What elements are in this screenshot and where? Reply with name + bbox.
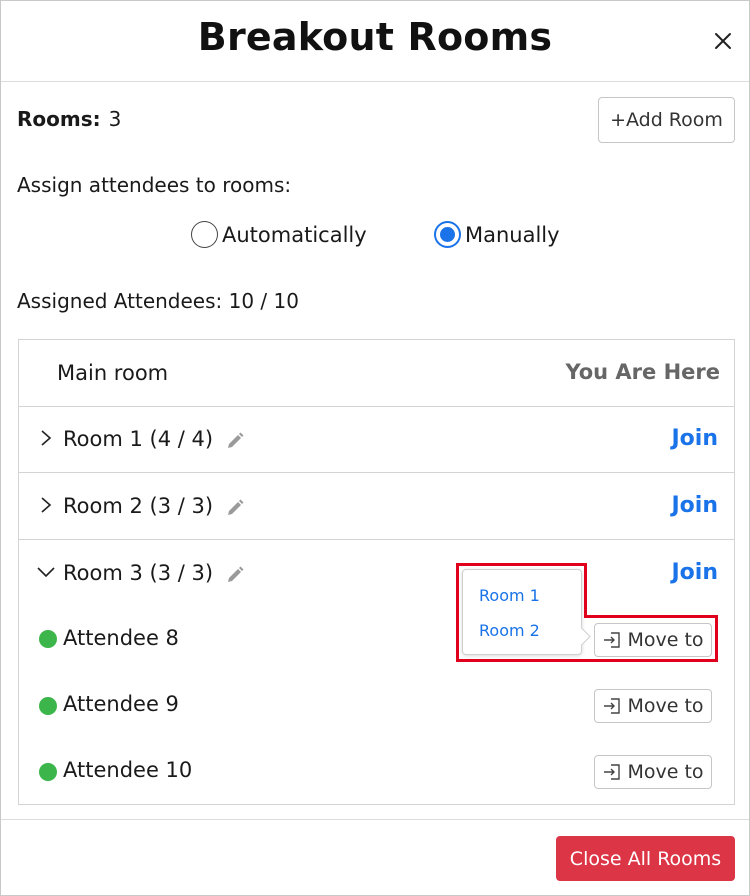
move-to-dropdown: Room 1 Room 2: [462, 569, 582, 655]
rooms-count: Rooms: 3: [17, 107, 121, 131]
attendee-name: Attendee 9: [63, 692, 179, 716]
move-to-button[interactable]: Move to: [594, 623, 712, 657]
main-room-row: Main room You Are Here: [19, 340, 734, 407]
pencil-icon[interactable]: [225, 565, 245, 585]
attendee-name: Attendee 8: [63, 626, 179, 650]
assign-attendees-label: Assign attendees to rooms:: [17, 173, 292, 197]
radio-button-icon[interactable]: [191, 221, 218, 248]
join-room-1-link[interactable]: Join: [671, 426, 718, 451]
you-are-here-status: You Are Here: [565, 360, 720, 384]
room-row-2[interactable]: Room 2 (3 / 3) Join: [19, 473, 734, 540]
online-status-dot: [39, 630, 57, 648]
dialog-header: Breakout Rooms: [1, 1, 749, 82]
pencil-icon[interactable]: [225, 498, 245, 518]
move-to-button[interactable]: Move to: [594, 689, 712, 723]
move-to-label: Move to: [627, 761, 704, 783]
room-name: Room 1 (4 / 4): [63, 427, 214, 451]
breakout-rooms-dialog: Breakout Rooms Rooms: 3 +Add Room Assign …: [0, 0, 750, 896]
move-to-room-1-option[interactable]: Room 1: [479, 586, 540, 605]
move-to-icon: [604, 698, 621, 714]
move-to-icon: [604, 632, 621, 648]
dialog-title: Breakout Rooms: [197, 15, 553, 59]
attendee-name: Attendee 10: [63, 758, 193, 782]
room-list: Main room You Are Here Room 1 (4 / 4) Jo…: [18, 339, 735, 805]
move-to-label: Move to: [627, 629, 704, 651]
room-name: Room 2 (3 / 3): [63, 494, 214, 518]
pencil-icon[interactable]: [225, 431, 245, 451]
room-row-1[interactable]: Room 1 (4 / 4) Join: [19, 407, 734, 473]
add-room-button[interactable]: +Add Room: [598, 97, 735, 143]
radio-manually-label: Manually: [465, 222, 560, 247]
radio-automatically[interactable]: Automatically: [191, 221, 367, 248]
move-to-label: Move to: [627, 695, 704, 717]
close-all-rooms-button[interactable]: Close All Rooms: [556, 836, 735, 881]
chevron-down-icon[interactable]: [37, 563, 55, 581]
chevron-right-icon[interactable]: [37, 429, 55, 447]
join-room-2-link[interactable]: Join: [671, 493, 718, 518]
chevron-right-icon[interactable]: [37, 496, 55, 514]
move-to-icon: [604, 764, 621, 780]
online-status-dot: [39, 763, 57, 781]
rooms-count-value: 3: [108, 107, 122, 131]
main-room-label: Main room: [57, 361, 169, 385]
join-room-3-link[interactable]: Join: [671, 560, 718, 585]
rooms-count-label: Rooms:: [17, 107, 101, 131]
radio-manually[interactable]: Manually: [434, 221, 560, 248]
assigned-attendees-text: Assigned Attendees: 10 / 10: [17, 289, 299, 313]
room-name: Room 3 (3 / 3): [63, 561, 214, 585]
footer-divider: [1, 819, 749, 820]
move-to-button[interactable]: Move to: [594, 755, 712, 789]
radio-button-checked-icon[interactable]: [434, 221, 461, 248]
close-icon[interactable]: [711, 29, 735, 53]
online-status-dot: [39, 697, 57, 715]
move-to-room-2-option[interactable]: Room 2: [479, 621, 540, 640]
radio-automatically-label: Automatically: [222, 222, 367, 247]
